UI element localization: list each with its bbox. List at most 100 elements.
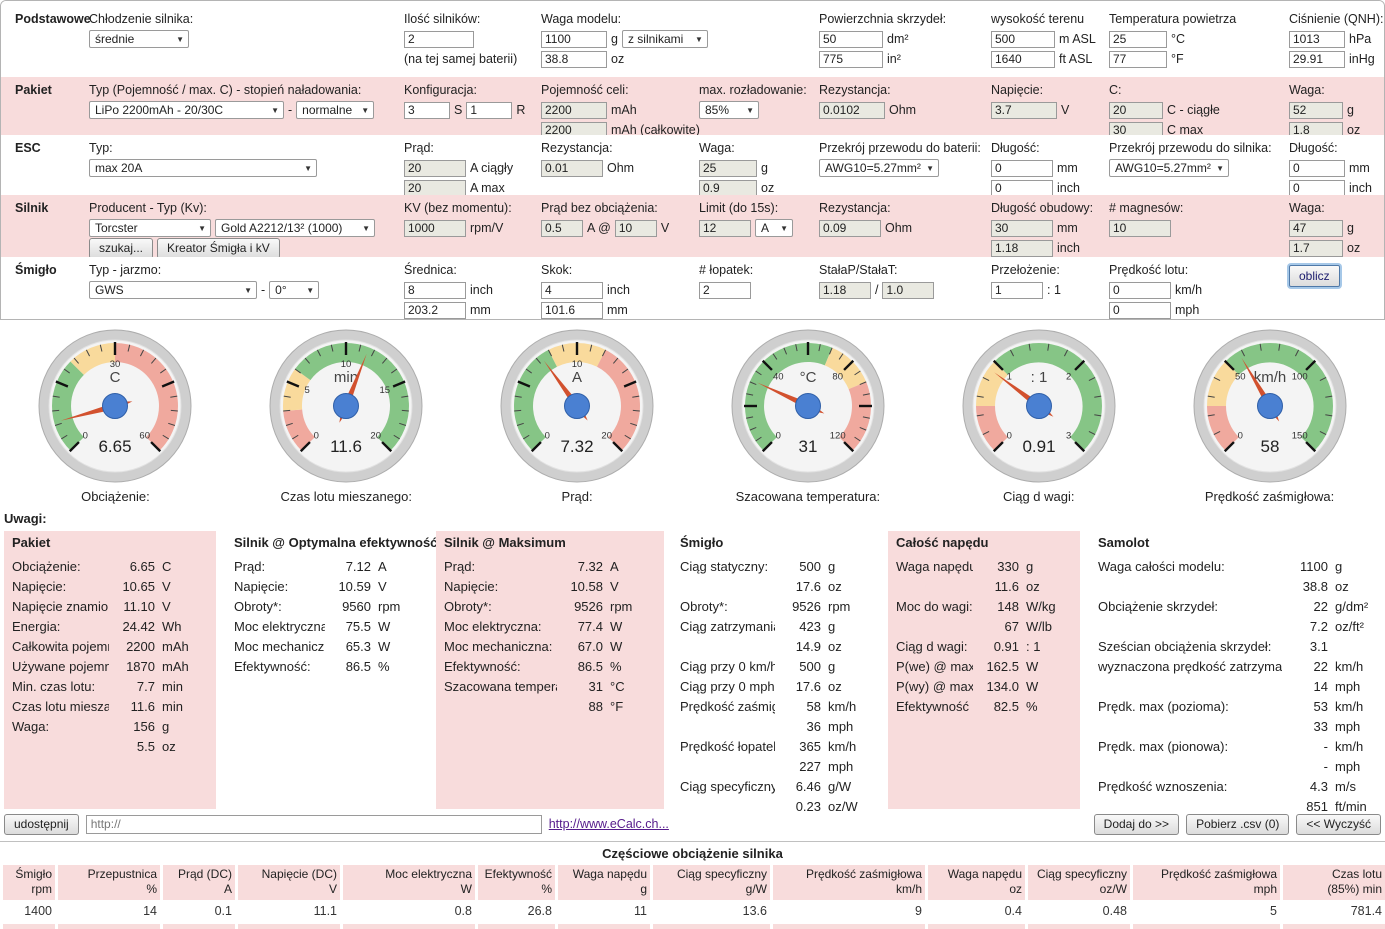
wing-area-dm-input[interactable] — [819, 31, 883, 48]
stat-label: Min. czas lotu: — [12, 679, 109, 694]
esc-resistance-field — [541, 160, 603, 177]
battery-wire-gauge-select[interactable]: AWG10=5.27mm²▼ — [819, 159, 939, 177]
stat-row: 67W/lb — [896, 616, 1072, 636]
gear-ratio-input[interactable] — [991, 282, 1043, 299]
stat-unit: V — [610, 579, 656, 594]
form-line: średnie▼ — [89, 29, 193, 49]
table-value-row: 1400140.111.10.826.81113.690.40.485781.4 — [0, 900, 1385, 922]
stat-label: Efektywność: — [234, 659, 325, 674]
motor-wire-inch-input[interactable] — [1289, 180, 1345, 197]
stat-value: 9526 — [557, 599, 603, 614]
flight-speed-mph-input[interactable] — [1109, 302, 1171, 319]
stat-row: Waga całości modelu:1100g — [1098, 556, 1381, 576]
table-cell: 1400 — [3, 900, 55, 922]
stat-unit: mAh — [162, 639, 208, 654]
stat-row: 88°F — [444, 696, 656, 716]
column-header-name: Ciąg specyficzny — [653, 867, 767, 882]
form-cell: Długość:mminch — [991, 138, 1080, 198]
max-discharge-select[interactable]: 85%▼ — [699, 101, 759, 119]
unit-label: oz — [761, 181, 774, 195]
calculate-button[interactable]: oblicz — [1289, 265, 1340, 287]
form-cell: Pakiet — [15, 80, 52, 100]
stat-row: Waga:156g — [12, 716, 208, 736]
share-button[interactable]: udostępnij — [4, 814, 79, 835]
column-header-unit: % — [478, 882, 552, 897]
yoke-angle-select[interactable]: 0°▼ — [269, 281, 319, 299]
stat-unit: g — [828, 659, 874, 674]
esc-type-select[interactable]: max 20A▼ — [89, 159, 317, 177]
column-header-unit: % — [58, 882, 157, 897]
share-url-input[interactable] — [86, 815, 542, 834]
wing-area-in-input[interactable] — [819, 51, 883, 68]
gauges-row: 03060C6.65Obciążenie:05101520min11.6Czas… — [0, 320, 1385, 507]
svg-text:0.91: 0.91 — [1022, 437, 1055, 456]
diameter-mm-input[interactable] — [404, 302, 466, 319]
stat-row: Napięcie:10.59V — [234, 576, 424, 596]
air-temp-c-input[interactable] — [1109, 31, 1167, 48]
prop-type-select[interactable]: GWS▼ — [89, 281, 257, 299]
unit-label: R — [516, 103, 525, 117]
motor-wire-mm-input[interactable] — [1289, 160, 1345, 177]
battery-type-select[interactable]: LiPo 2200mAh - 20/30C▼ — [89, 101, 284, 119]
svg-text:100: 100 — [1291, 371, 1307, 382]
stat-label: Obroty*: — [680, 599, 775, 614]
parallel-cells-input[interactable] — [466, 102, 512, 119]
svg-text:80: 80 — [832, 371, 843, 382]
motor-cooling-select[interactable]: średnie▼ — [89, 30, 189, 48]
stat-unit: : 1 — [1026, 639, 1072, 654]
stat-unit: mph — [828, 759, 874, 774]
air-temp-f-input[interactable] — [1109, 51, 1167, 68]
search-motor-button[interactable]: szukaj... — [89, 238, 153, 259]
pressure-hpa-input[interactable] — [1289, 31, 1345, 48]
panel-title: Pakiet — [12, 535, 208, 556]
weight-mode-select[interactable]: z silnikami▼ — [622, 30, 708, 48]
pitch-inch-input[interactable] — [541, 282, 603, 299]
diameter-inch-input[interactable] — [404, 282, 466, 299]
motor-type-select[interactable]: Gold A2212/13² (1000)▼ — [215, 219, 375, 237]
form-line: mm — [404, 300, 493, 320]
elevation-ft-input[interactable] — [991, 51, 1055, 68]
limit-unit-select[interactable]: A▼ — [755, 219, 793, 237]
stat-label: Waga całości modelu: — [1098, 559, 1282, 574]
motor-count-input[interactable] — [404, 31, 474, 48]
pitch-mm-input[interactable] — [541, 302, 603, 319]
column-header-name: Waga napędu — [928, 867, 1022, 882]
stat-value: 6.46 — [775, 779, 821, 794]
pressure-inhg-input[interactable] — [1289, 51, 1345, 68]
stat-unit: oz/ft² — [1335, 619, 1381, 634]
form-cell: Przekrój przewodu do silnika:AWG10=5.27m… — [1109, 138, 1272, 178]
battery-wire-mm-input[interactable] — [991, 160, 1053, 177]
column-header: Waga napędug — [558, 865, 650, 900]
blade-count-input[interactable] — [699, 282, 751, 299]
add-to-button[interactable]: Dodaj do >> — [1094, 814, 1179, 835]
stat-value: 38.8 — [1282, 579, 1328, 594]
form-line: g — [1289, 100, 1360, 120]
prop-kv-wizard-button[interactable]: Kreator Śmigła i kV — [157, 238, 280, 259]
ecalc-link[interactable]: http://www.eCalc.ch... — [549, 817, 669, 831]
elevation-m-input[interactable] — [991, 31, 1055, 48]
stat-label: Prąd: — [444, 559, 557, 574]
form-line: AWG10=5.27mm²▼ — [819, 158, 981, 178]
stat-unit: A — [378, 559, 424, 574]
column-header-name: Czas lotu — [1283, 867, 1382, 882]
model-weight-g-input[interactable] — [541, 31, 607, 48]
series-cells-input[interactable] — [404, 102, 450, 119]
charge-state-select[interactable]: normalne▼ — [296, 101, 374, 119]
stat-value: 88 — [557, 699, 603, 714]
battery-wire-inch-input[interactable] — [991, 180, 1053, 197]
form-line: 85%▼ — [699, 100, 807, 120]
form-line: oz — [1289, 238, 1360, 258]
table-cell-strip — [238, 924, 340, 929]
field-label: Typ: — [89, 141, 113, 155]
model-weight-oz-input[interactable] — [541, 51, 607, 68]
download-csv-button[interactable]: Pobierz .csv (0) — [1186, 814, 1289, 835]
flight-speed-kmh-input[interactable] — [1109, 282, 1171, 299]
motor-wire-gauge-select[interactable]: AWG10=5.27mm²▼ — [1109, 159, 1229, 177]
stat-label: Ciąg przy 0 mph: — [680, 679, 775, 694]
manufacturer-select[interactable]: Torcster▼ — [89, 219, 211, 237]
section-title: Silnik — [15, 201, 48, 215]
clear-button[interactable]: << Wyczyść — [1296, 814, 1381, 835]
form-line: Temperatura powietrza — [1109, 9, 1236, 29]
unit-label: mAh — [611, 103, 637, 117]
form-line: wysokość terenu — [991, 9, 1096, 29]
